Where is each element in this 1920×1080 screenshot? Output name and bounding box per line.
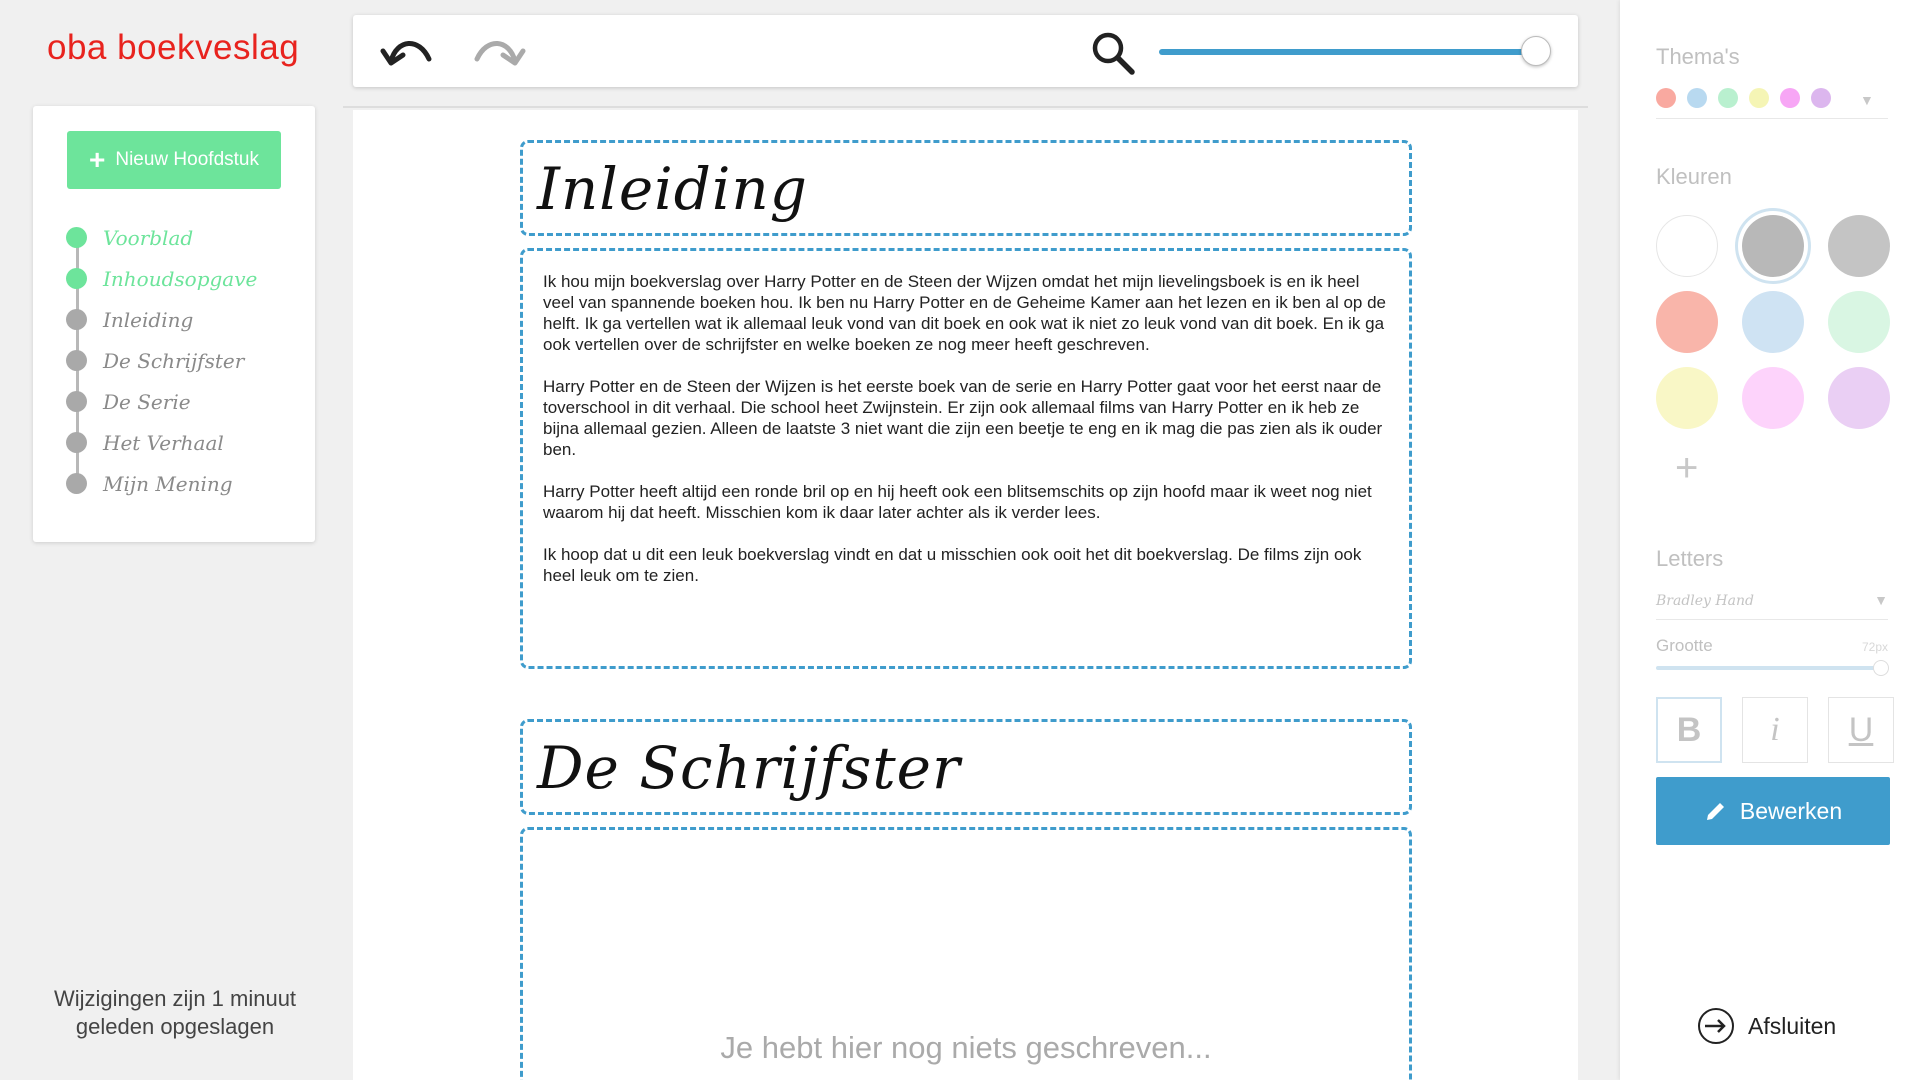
chapter-status-dot [66,391,87,412]
chapter-status-dot [66,268,87,289]
color-grid [1656,215,1890,429]
chapter-item[interactable]: Voorblad [66,217,257,258]
section-body: Ik hou mijn boekverslag over Harry Potte… [543,271,1393,607]
paragraph: Harry Potter heeft altijd een ronde bril… [543,482,1372,522]
chapter-status-dot [66,473,87,494]
theme-swatch[interactable] [1780,88,1800,108]
bold-button[interactable]: B [1656,697,1722,763]
exit-icon [1698,1008,1734,1044]
chapter-label: Inleiding [103,307,194,332]
chapter-label: Inhoudsopgave [103,266,258,291]
section-title: Inleiding [537,155,808,223]
color-swatch[interactable] [1656,291,1718,353]
theme-swatch[interactable] [1749,88,1769,108]
section-text-block[interactable]: Je hebt hier nog niets geschreven... [520,827,1412,1080]
theme-swatch[interactable] [1811,88,1831,108]
chapter-label: De Schrijfster [103,348,245,373]
edit-label: Bewerken [1739,797,1843,824]
chapter-label: Voorblad [103,225,194,250]
empty-placeholder: Je hebt hier nog niets geschreven... [720,1030,1212,1065]
edit-button[interactable]: Bewerken [1656,777,1890,845]
font-select[interactable]: Bradley Hand ▼ [1656,592,1888,620]
theme-swatch[interactable] [1718,88,1738,108]
add-color-button[interactable]: + [1675,448,1698,488]
undo-button[interactable] [377,29,439,73]
zoom-slider-thumb[interactable] [1521,36,1551,66]
section-title: De Schrijfster [537,734,961,802]
color-swatch[interactable] [1656,367,1718,429]
color-swatch[interactable] [1742,215,1804,277]
save-status: Wijzigingen zijn 1 minuut geleden opgesl… [53,986,297,1039]
theme-swatch[interactable] [1656,88,1676,108]
close-label: Afsluiten [1748,1012,1837,1039]
chevron-down-icon: ▼ [1874,592,1888,608]
divider [1656,118,1888,119]
chapter-status-dot [66,227,87,248]
chapter-item[interactable]: Inleiding [66,299,257,340]
document-divider [343,106,1588,108]
size-slider-track[interactable] [1656,666,1880,670]
paragraph: Ik hou mijn boekverslag over Harry Potte… [543,272,1387,354]
close-button[interactable]: Afsluiten [1696,1006,1836,1046]
color-swatch[interactable] [1828,215,1890,277]
editor-toolbar [353,15,1578,87]
search-icon [1092,32,1135,75]
letters-title: Letters [1656,546,1724,571]
chapter-item[interactable]: Inhoudsopgave [66,258,257,299]
size-slider-thumb[interactable] [1873,660,1889,676]
theme-swatch[interactable] [1687,88,1707,108]
chapter-status-dot [66,350,87,371]
paragraph: Ik hoop dat u dit een leuk boekverslag v… [543,545,1362,585]
chapter-label: Mijn Mening [103,471,233,496]
style-panel: Thema's ▼ Kleuren + Letters Bradley Hand… [1620,0,1920,1080]
colors-title: Kleuren [1656,164,1732,189]
color-swatch[interactable] [1742,367,1804,429]
redo-button[interactable] [467,29,529,73]
chapter-item[interactable]: Mijn Mening [66,463,257,504]
new-chapter-label: Nieuw Hoofdstuk [115,149,259,170]
color-swatch[interactable] [1828,291,1890,353]
undo-icon [380,41,432,66]
section-title-block[interactable]: Inleiding [520,140,1412,236]
chapter-item[interactable]: De Serie [66,381,257,422]
size-label: Grootte [1656,636,1713,655]
document-canvas: Inleiding Ik hou mijn boekverslag over H… [353,110,1578,1080]
italic-button[interactable]: i [1742,697,1808,763]
chapter-label: Het Verhaal [103,430,224,455]
chapter-status-dot [66,309,87,330]
app-logo: oba boekveslag [47,28,300,67]
plus-icon: + [89,144,106,175]
pencil-icon [1706,803,1724,820]
size-value: 72px [1861,640,1888,654]
chapter-label: De Serie [103,389,191,414]
themes-title: Thema's [1656,44,1740,69]
color-swatch[interactable] [1828,367,1890,429]
redo-icon [474,41,526,66]
section-title-block[interactable]: De Schrijfster [520,719,1412,815]
paragraph: Harry Potter en de Steen der Wijzen is h… [543,377,1383,459]
chapter-item[interactable]: Het Verhaal [66,422,257,463]
color-swatch[interactable] [1656,215,1718,277]
section-text-block[interactable]: Ik hou mijn boekverslag over Harry Potte… [520,248,1412,669]
font-select-value: Bradley Hand [1656,593,1754,609]
chapter-item[interactable]: De Schrijfster [66,340,257,381]
underline-button[interactable]: U [1828,697,1894,763]
theme-selector[interactable] [1656,88,1831,108]
chapter-status-dot [66,432,87,453]
chapter-sidebar: + Nieuw Hoofdstuk Voorblad Inhoudsopgave I… [33,106,315,542]
chevron-down-icon[interactable]: ▼ [1860,92,1874,108]
color-swatch[interactable] [1742,291,1804,353]
chapter-list: Voorblad Inhoudsopgave Inleiding De Schrijf… [66,217,257,504]
zoom-slider-track[interactable] [1159,49,1535,55]
new-chapter-button[interactable]: + Nieuw Hoofdstuk [67,131,281,189]
